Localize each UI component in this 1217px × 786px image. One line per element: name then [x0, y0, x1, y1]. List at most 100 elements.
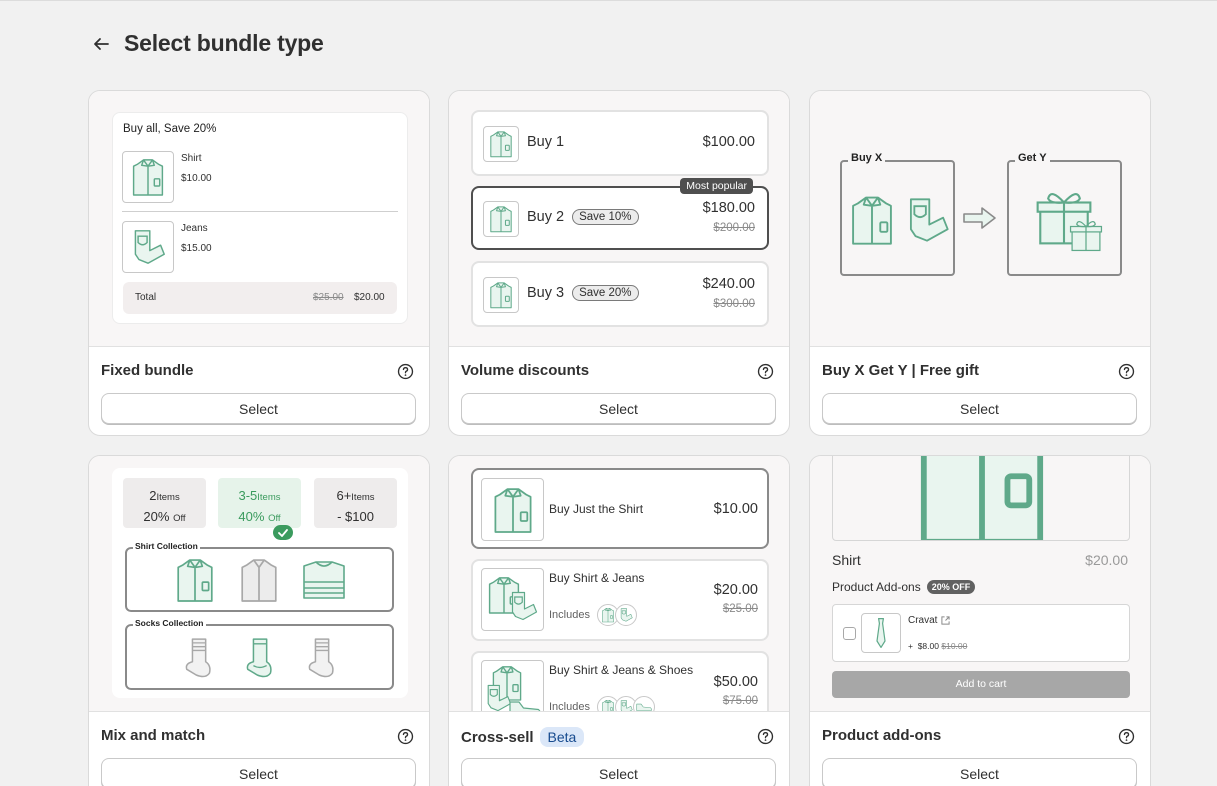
question-circle-icon[interactable] [397, 363, 414, 380]
external-link-icon[interactable] [941, 616, 951, 625]
tier-option: 6+Items - $100 [314, 478, 397, 528]
add-on-price: $8.00 [917, 641, 939, 651]
bundle-heading: Buy all, Save 20% [123, 123, 217, 135]
product-thumb-jeans [122, 221, 174, 273]
card-title: Fixed bundle [101, 362, 194, 379]
product-thumb [481, 478, 544, 541]
volume-qty: Buy 1 [527, 134, 565, 150]
volume-qty: Buy 3 [527, 285, 565, 301]
cross-sell-row-selected: Buy Just the Shirt $10.00 [471, 468, 769, 549]
tier-option: 2Items 20% Off [123, 478, 206, 528]
volume-price: $100.00 [702, 134, 755, 150]
product-thumb [481, 660, 544, 712]
card-mix-and-match[interactable]: 2Items 20% Off 3-5Items 40% Off 6+Items … [88, 455, 430, 786]
shirt-icon [238, 556, 280, 604]
add-ons-label-row: Product Add-ons 20% OFF [832, 580, 976, 594]
select-button[interactable]: Select [822, 758, 1137, 786]
product-name: Shirt [832, 552, 861, 568]
cross-sell-price: $20.00 [713, 582, 758, 598]
cross-sell-price: $50.00 [713, 674, 758, 690]
volume-qty: Buy 2 [527, 209, 565, 225]
card-title: Buy X Get Y | Free gift [822, 362, 980, 379]
cross-sell-preview: Buy Just the Shirt $10.00 Buy Shirt & Je… [449, 456, 789, 712]
card-footer: Product add-ons Select [810, 712, 1150, 786]
shirt-collection: Shirt Collection [125, 541, 394, 612]
volume-row-selected: Most popular Buy 2 Save 10% $180.00 $200… [471, 178, 769, 250]
shirt-icon [491, 485, 535, 535]
beta-badge: Beta [539, 727, 585, 747]
jeans-icon [619, 607, 633, 623]
back-button[interactable] [90, 33, 112, 55]
product-thumb [483, 277, 519, 313]
card-product-add-ons[interactable]: Shirt $20.00 Product Add-ons 20% OFF Cra… [809, 455, 1151, 786]
socks-collection: Socks Collection [125, 618, 394, 690]
card-volume-discounts[interactable]: Buy 1 $100.00 Most popular Buy 2 Save 10… [448, 90, 790, 436]
card-footer: Mix and match Select [89, 712, 429, 786]
fixed-bundle-widget: Buy all, Save 20% Shirt $10.00 Jeans $15… [112, 112, 408, 324]
discount-badge: 20% OFF [926, 580, 976, 594]
card-fixed-bundle[interactable]: Buy all, Save 20% Shirt $10.00 Jeans $15… [88, 90, 430, 436]
sock-icon [306, 636, 340, 680]
included-jeans [615, 604, 637, 626]
shoe-icon [508, 699, 542, 712]
shirt-icon [488, 205, 514, 233]
select-button[interactable]: Select [822, 393, 1137, 424]
product-thumb [481, 568, 544, 631]
product-image [832, 456, 1130, 541]
select-button[interactable]: Select [101, 393, 416, 424]
buy-x-label: Buy X [848, 152, 886, 164]
sock-icon [244, 636, 278, 680]
shirt-icon [130, 157, 166, 197]
mix-widget: 2Items 20% Off 3-5Items 40% Off 6+Items … [112, 468, 408, 698]
mix-preview: 2Items 20% Off 3-5Items 40% Off 6+Items … [89, 456, 429, 712]
product-thumb-shirt [122, 151, 174, 203]
shirt-icon [601, 699, 615, 712]
tier-count: 2 [149, 488, 157, 503]
question-circle-icon[interactable] [397, 728, 414, 745]
card-title: Mix and match [101, 727, 206, 744]
sock-icon [183, 636, 217, 680]
volume-row: Buy 3 Save 20% $240.00 $300.00 [471, 261, 769, 327]
select-button[interactable]: Select [461, 758, 776, 786]
volume-label: Buy 2 Save 10% [527, 209, 639, 225]
product-price: $15.00 [181, 243, 212, 254]
card-buy-x-get-y[interactable]: Buy X Get Y Buy X Get Y | Free gift Sele… [809, 90, 1151, 436]
tier-deal-unit: Off [173, 513, 186, 524]
collection-label: Shirt Collection [133, 541, 200, 551]
tier-deal-unit: Off [268, 513, 281, 524]
volume-row: Buy 1 $100.00 [471, 110, 769, 176]
tier-unit: Items [156, 492, 180, 503]
select-button[interactable]: Select [101, 758, 416, 786]
shirt-icon [908, 456, 1056, 541]
cross-sell-old-price: $75.00 [722, 695, 758, 707]
bxgy-preview: Buy X Get Y [810, 91, 1150, 347]
shoe-icon [636, 702, 652, 712]
card-title-row: Cross-sell Beta [461, 727, 585, 747]
total-bar: Total $25.00 $20.00 [123, 282, 397, 314]
volume-price: $240.00 [702, 276, 755, 292]
question-circle-icon[interactable] [1118, 728, 1135, 745]
shirt-icon [848, 194, 896, 246]
question-circle-icon[interactable] [757, 728, 774, 745]
question-circle-icon[interactable] [1118, 363, 1135, 380]
add-on-thumb [861, 613, 901, 653]
shirt-icon [601, 607, 615, 623]
add-on-price-row: + $8.00 $10.00 [908, 641, 967, 651]
question-circle-icon[interactable] [757, 363, 774, 380]
card-cross-sell[interactable]: Buy Just the Shirt $10.00 Buy Shirt & Je… [448, 455, 790, 786]
arrow-right-icon [963, 207, 996, 229]
add-to-cart-button: Add to cart [832, 671, 1130, 698]
total-old-price: $25.00 [313, 292, 344, 303]
top-divider [0, 0, 1217, 2]
get-y-box: Get Y [1007, 152, 1122, 276]
shirt-icon [488, 130, 514, 158]
cross-sell-row: Buy Shirt & Jeans & Shoes Includes $50.0… [471, 651, 769, 712]
product-thumb [483, 201, 519, 237]
tier-option-selected: 3-5Items 40% Off [218, 478, 301, 528]
product-price: $10.00 [181, 173, 212, 184]
volume-old-price: $300.00 [713, 298, 755, 310]
add-on-checkbox[interactable] [843, 627, 856, 640]
select-button[interactable]: Select [461, 393, 776, 424]
product-price: $20.00 [1085, 552, 1128, 568]
total-new-price: $20.00 [354, 292, 385, 303]
